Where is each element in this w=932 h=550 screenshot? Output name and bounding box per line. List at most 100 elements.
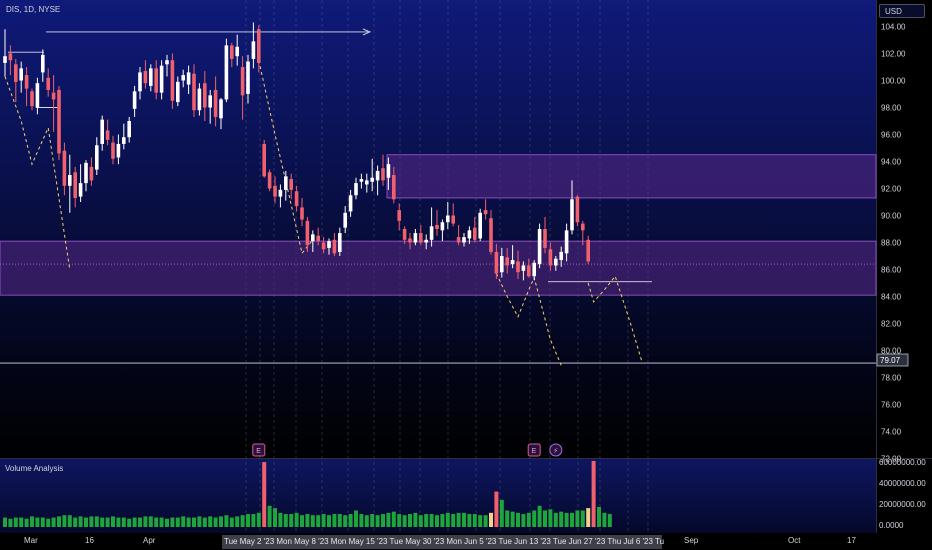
volume-panel-title[interactable]: Volume Analysis [5,464,63,473]
volume-bar [521,514,526,527]
candle-down [473,227,477,240]
volume-bar [386,512,391,527]
current-price-tag: 79.07 [876,353,909,367]
volume-bar [273,508,277,527]
volume-bar [408,514,412,527]
currency-button[interactable]: USD [879,4,925,18]
volume-bar [580,510,585,527]
volume-bar [586,508,591,527]
volume-bar [208,516,213,527]
volume-bar [67,515,72,527]
candle-down [105,130,110,140]
price-tick-label: 86.00 [881,266,902,275]
price-tick-label: 84.00 [881,293,902,302]
candle-up [3,56,7,63]
volume-bar [510,511,515,527]
candle-down [316,235,320,242]
volume-bar [472,514,477,527]
volume-bar [294,512,299,527]
volume-bar [332,514,337,527]
volume-bar [127,518,132,527]
date-highlight-text: Tue May 2 '23 Mon May 8 '23 Mon May 15 '… [224,537,664,546]
candle-down [392,175,396,200]
candle-up [359,179,364,182]
candle-up [19,68,23,81]
volume-bar [440,514,445,527]
volume-bar [575,510,580,527]
candle-down [154,68,158,93]
candle-up [429,226,434,240]
candle-up [500,256,504,273]
volume-bar [35,517,40,527]
price-axis[interactable]: 72.0074.0076.0078.0080.0082.0084.0086.00… [881,23,906,464]
candle-down [143,71,148,84]
zone-upper-supply [386,154,877,199]
candle-down [8,53,13,61]
chart-canvas[interactable]: 72.0074.0076.0078.0080.0082.0084.0086.00… [0,0,932,550]
time-tick-label: Oct [788,536,801,545]
volume-bar [424,514,429,527]
volume-bar [251,514,256,527]
volume-bar [278,512,283,527]
candle-down [332,239,337,254]
price-tick-label: 98.00 [881,104,902,113]
candle-up [41,54,45,73]
candle-up [181,75,185,81]
volume-tick-label: 60000000.00 [879,458,926,467]
volume-axis[interactable]: 0.0000 20000000.00 40000000.00 60000000.00 [879,458,926,530]
candle-up [311,234,315,242]
candle-up [554,258,558,266]
candle-up [343,212,347,228]
candle-up [537,229,542,265]
volume-bar [154,517,159,527]
volume-tick-label: 40000000.00 [879,479,926,488]
candle-up [197,88,202,111]
candle-up [84,162,88,184]
price-tick-label: 88.00 [881,239,902,248]
volume-bar [246,514,250,527]
candle-up [478,212,482,239]
candle-down [543,229,547,248]
candle-up [413,233,418,243]
candle-up [559,251,563,261]
candle-up [246,61,250,94]
volume-bar [62,515,67,527]
candle-down [548,249,553,266]
candle-down [527,265,531,277]
candle-up [521,265,526,271]
volume-bar [413,512,418,527]
volume-bar [100,517,105,527]
volume-bar [343,515,348,527]
candle-up [365,180,369,185]
time-tick-label: Apr [143,536,156,545]
candle-up [100,119,104,144]
volume-tick-label: 0.0000 [879,521,904,530]
candle-down [170,60,175,101]
volume-bar [116,517,121,527]
symbol-header[interactable]: DIS, 1D, NYSE [6,5,60,14]
volume-bar [391,511,396,527]
candle-down [505,257,509,266]
volume-bar [494,491,499,527]
candle-down [575,196,580,223]
volume-bar [13,517,18,527]
candle-down [14,64,18,82]
candle-down [435,224,439,229]
zone-lower [0,240,877,296]
candle-down [581,223,585,231]
candle-up [462,237,466,243]
volume-bar [591,460,596,527]
volume-bar [121,517,126,527]
candle-up [284,176,288,190]
volume-bar [499,499,504,527]
candle-down [62,150,67,186]
volume-bar [553,512,558,527]
candle-up [208,95,212,108]
candle-up [176,81,180,103]
volume-bar [359,514,364,527]
volume-bar [235,516,240,527]
volume-bar [548,509,553,527]
volume-bar [337,514,342,527]
volume-bar [348,514,353,527]
candle-up [165,60,169,65]
